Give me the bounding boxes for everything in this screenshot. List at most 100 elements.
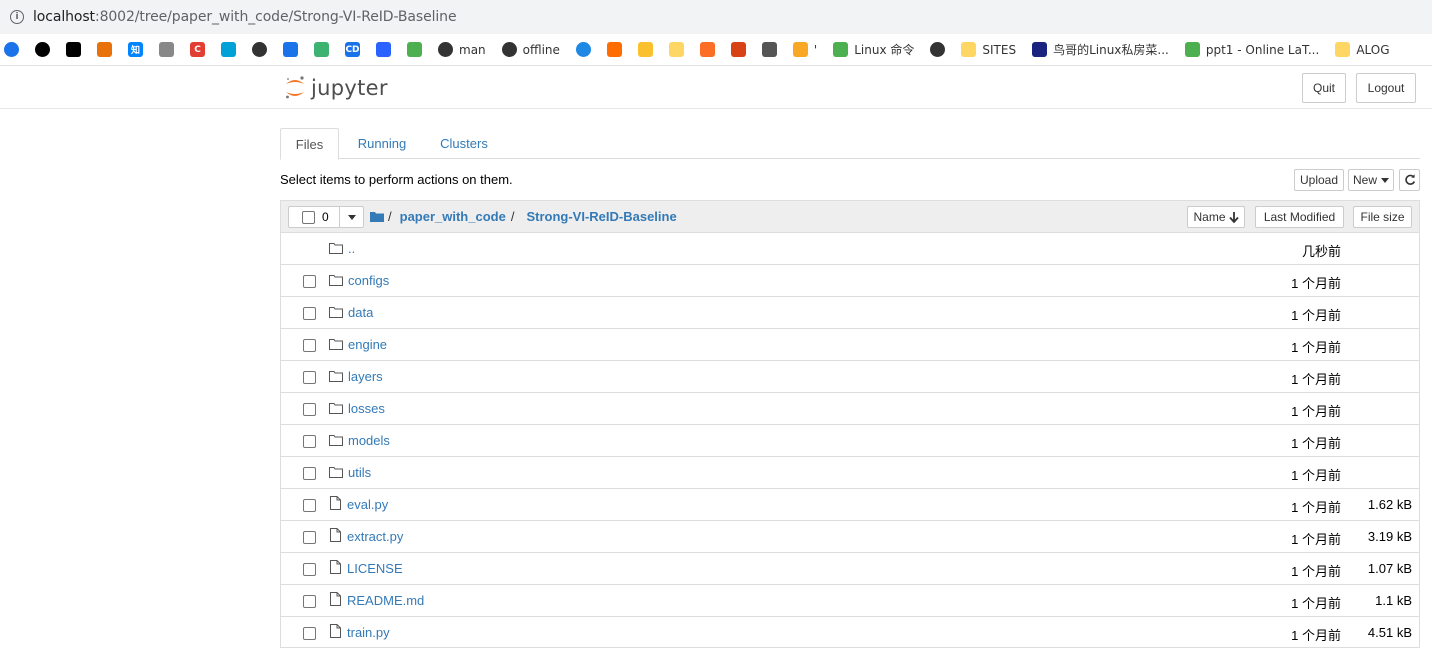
bookmark-item[interactable] bbox=[0, 38, 23, 62]
row-checkbox[interactable] bbox=[303, 307, 316, 320]
refresh-button[interactable] bbox=[1399, 169, 1420, 191]
row-checkbox[interactable] bbox=[303, 595, 316, 608]
sort-by-name-button[interactable]: Name bbox=[1187, 206, 1245, 228]
bookmark-item[interactable] bbox=[572, 38, 595, 62]
search-gear-icon bbox=[283, 42, 298, 57]
folder-link[interactable]: engine bbox=[348, 337, 387, 352]
bookmark-item[interactable] bbox=[403, 38, 426, 62]
file-list-row[interactable]: README.md 1 个月前 1.1 kB bbox=[281, 585, 1419, 617]
jupyter-logo[interactable]: jupyter bbox=[284, 74, 388, 102]
bookmark-item[interactable]: C bbox=[186, 38, 209, 62]
tab-clusters[interactable]: Clusters bbox=[430, 128, 498, 159]
bookmark-item[interactable]: CD bbox=[341, 38, 364, 62]
bookmark-item[interactable] bbox=[603, 38, 626, 62]
file-link[interactable]: README.md bbox=[347, 593, 424, 608]
breadcrumb-link-paper-with-code[interactable]: paper_with_code bbox=[400, 209, 506, 224]
csdn-icon: C bbox=[190, 42, 205, 57]
bookmark-item[interactable] bbox=[758, 38, 781, 62]
logout-button[interactable]: Logout bbox=[1356, 73, 1416, 103]
tab-running[interactable]: Running bbox=[346, 128, 418, 159]
bookmark-item[interactable]: SITES bbox=[957, 38, 1020, 62]
file-list-row[interactable]: engine 1 个月前 bbox=[281, 329, 1419, 361]
bookmark-item[interactable] bbox=[634, 38, 657, 62]
bookmark-item[interactable] bbox=[926, 38, 949, 62]
file-list-row[interactable]: layers 1 个月前 bbox=[281, 361, 1419, 393]
row-checkbox[interactable] bbox=[303, 531, 316, 544]
row-checkbox[interactable] bbox=[303, 403, 316, 416]
folder-icon bbox=[329, 371, 343, 382]
row-checkbox[interactable] bbox=[303, 339, 316, 352]
bookmark-item[interactable] bbox=[31, 38, 54, 62]
bookmark-item[interactable] bbox=[372, 38, 395, 62]
file-list-row[interactable]: configs 1 个月前 bbox=[281, 265, 1419, 297]
file-link[interactable]: LICENSE bbox=[347, 561, 403, 576]
bookmark-item[interactable] bbox=[155, 38, 178, 62]
upload-button[interactable]: Upload bbox=[1294, 169, 1344, 191]
bookmark-item[interactable]: man bbox=[434, 38, 490, 62]
info-icon[interactable]: i bbox=[10, 10, 24, 24]
leaf-icon bbox=[407, 42, 422, 57]
folder-link[interactable]: losses bbox=[348, 401, 385, 416]
bookmark-item[interactable] bbox=[248, 38, 271, 62]
row-checkbox[interactable] bbox=[303, 467, 316, 480]
breadcrumb-link-current-folder[interactable]: Strong-VI-ReID-Baseline bbox=[526, 209, 676, 224]
file-list-row[interactable]: eval.py 1 个月前 1.62 kB bbox=[281, 489, 1419, 521]
bookmark-item[interactable] bbox=[665, 38, 688, 62]
folder-link[interactable]: data bbox=[348, 305, 373, 320]
tab-files[interactable]: Files bbox=[280, 128, 339, 160]
bookmark-item[interactable] bbox=[279, 38, 302, 62]
bookmark-item[interactable]: ' bbox=[789, 38, 821, 62]
bookmark-item[interactable]: ALOG bbox=[1331, 38, 1393, 62]
folder-link[interactable]: utils bbox=[348, 465, 371, 480]
file-link[interactable]: eval.py bbox=[347, 497, 388, 512]
folder-link[interactable]: layers bbox=[348, 369, 383, 384]
select-all-checkbox[interactable] bbox=[302, 211, 315, 224]
bookmark-item[interactable] bbox=[62, 38, 85, 62]
bookmark-label: offline bbox=[522, 42, 560, 57]
bookmark-item[interactable] bbox=[727, 38, 750, 62]
select-all-control[interactable]: 0 bbox=[288, 206, 364, 228]
file-list-row[interactable]: LICENSE 1 个月前 1.07 kB bbox=[281, 553, 1419, 585]
file-list-row[interactable]: .. 几秒前 bbox=[281, 233, 1419, 265]
green-ring-icon bbox=[314, 42, 329, 57]
bookmark-item[interactable] bbox=[310, 38, 333, 62]
bookmark-item[interactable] bbox=[217, 38, 240, 62]
file-list-row[interactable]: models 1 个月前 bbox=[281, 425, 1419, 457]
new-dropdown-button[interactable]: New bbox=[1348, 169, 1394, 191]
arrow-orange-icon bbox=[97, 42, 112, 57]
quit-button[interactable]: Quit bbox=[1302, 73, 1346, 103]
sort-by-file-size-button[interactable]: File size bbox=[1353, 206, 1412, 228]
folder-link[interactable]: models bbox=[348, 433, 390, 448]
file-list-row[interactable]: train.py 1 个月前 4.51 kB bbox=[281, 617, 1419, 649]
browser-address-bar[interactable]: i localhost:8002/tree/paper_with_code/St… bbox=[0, 0, 1432, 34]
file-link[interactable]: extract.py bbox=[347, 529, 403, 544]
file-link[interactable]: train.py bbox=[347, 625, 390, 640]
bookmark-item[interactable]: Linux 命令 bbox=[829, 38, 918, 62]
folder-link[interactable]: configs bbox=[348, 273, 389, 288]
file-list-row[interactable]: utils 1 个月前 bbox=[281, 457, 1419, 489]
file-list-row[interactable]: losses 1 个月前 bbox=[281, 393, 1419, 425]
file-list-row[interactable]: data 1 个月前 bbox=[281, 297, 1419, 329]
url-text[interactable]: localhost:8002/tree/paper_with_code/Stro… bbox=[33, 9, 457, 25]
row-checkbox[interactable] bbox=[303, 627, 316, 640]
parent-folder-link[interactable]: .. bbox=[348, 241, 355, 256]
row-checkbox[interactable] bbox=[303, 499, 316, 512]
row-checkbox[interactable] bbox=[303, 435, 316, 448]
file-list-row[interactable]: extract.py 1 个月前 3.19 kB bbox=[281, 521, 1419, 553]
bracket-icon bbox=[606, 42, 622, 57]
globe-icon bbox=[438, 42, 453, 57]
row-checkbox[interactable] bbox=[303, 371, 316, 384]
bookmark-item[interactable]: 知 bbox=[124, 38, 147, 62]
bookmark-item[interactable] bbox=[93, 38, 116, 62]
select-menu-toggle[interactable] bbox=[339, 206, 364, 228]
last-modified: 1 个月前 bbox=[1291, 276, 1341, 291]
bookmark-item[interactable]: ppt1 - Online LaT... bbox=[1181, 38, 1323, 62]
coin-icon bbox=[637, 42, 653, 57]
bookmark-item[interactable] bbox=[696, 38, 719, 62]
row-checkbox[interactable] bbox=[303, 275, 316, 288]
bookmark-item[interactable]: offline bbox=[498, 38, 564, 62]
row-checkbox[interactable] bbox=[303, 563, 316, 576]
sort-by-last-modified-button[interactable]: Last Modified bbox=[1255, 206, 1344, 228]
bookmark-item[interactable]: 鸟哥的Linux私房菜... bbox=[1028, 38, 1173, 62]
folder-home-icon[interactable] bbox=[370, 211, 384, 222]
